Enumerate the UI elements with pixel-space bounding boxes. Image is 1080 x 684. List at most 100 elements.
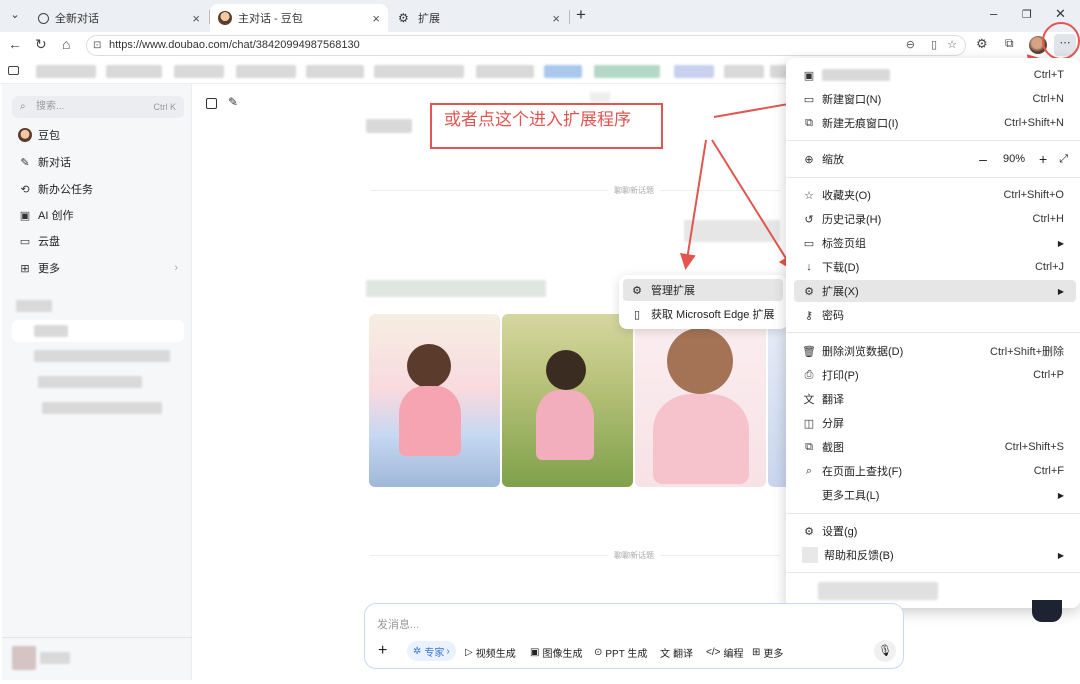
shortcut: Ctrl+Shift+O	[1003, 189, 1064, 201]
menu-item-label: 分屏	[822, 418, 844, 430]
menu-item-extensions[interactable]: ⚙ 扩展(X) ▶	[794, 280, 1076, 302]
menu-item-label: 收藏夹(O)	[822, 190, 871, 202]
tool-label: 专家	[424, 647, 445, 659]
menu-separator	[786, 140, 1080, 141]
image-generation-button[interactable]: ▣ 图像生成	[530, 645, 582, 660]
arrow-to-extensions-item	[711, 139, 795, 272]
managed-by-notice	[818, 582, 938, 600]
tool-label: 更多	[763, 648, 784, 660]
video-generation-button[interactable]: ▷ 视频生成	[465, 645, 516, 660]
menu-item-inprivate[interactable]: ⧉ 新建无痕窗口(I) Ctrl+Shift+N	[794, 112, 1076, 134]
expert-mode-button[interactable]: ✲ 专家 ›	[407, 641, 456, 661]
find-icon: ⌕	[805, 464, 813, 477]
menu-item-new-window[interactable]: ▭ 新建窗口(N) Ctrl+N	[794, 88, 1076, 110]
ppt-generation-button[interactable]: ⊙ PPT 生成	[594, 645, 648, 660]
arrow-to-manage-extensions	[679, 139, 707, 270]
message-input-placeholder[interactable]: 发消息...	[377, 616, 419, 632]
menu-item-help[interactable]: 帮助和反馈(B) ▶	[794, 544, 1076, 566]
ppt-icon: ⊙	[594, 646, 603, 658]
shortcut: Ctrl+J	[1034, 261, 1064, 273]
fullscreen-icon[interactable]: ⤢	[1059, 153, 1068, 166]
translate-icon: 文	[660, 648, 670, 660]
chevron-right-icon: ▶	[1057, 490, 1064, 500]
menu-item-downloads[interactable]: ↓ 下载(D) Ctrl+J	[794, 256, 1076, 278]
chevron-right-icon: ▶	[1057, 550, 1064, 560]
coding-button[interactable]: </> 编程	[706, 645, 744, 660]
download-icon: ↓	[806, 261, 812, 273]
shortcut: Ctrl+P	[1033, 369, 1064, 381]
menu-separator	[786, 572, 1080, 573]
menu-item-translate[interactable]: 文 翻译	[794, 388, 1076, 410]
menu-item-history[interactable]: ↺ 历史记录(H) Ctrl+H	[794, 208, 1076, 230]
menu-item-label: 标签页组	[822, 238, 866, 250]
settings-menu: ▣ Ctrl+T ▭ 新建窗口(N) Ctrl+N ⧉ 新建无痕窗口(I) Ct…	[786, 58, 1080, 608]
menu-item-split-screen[interactable]: ◫ 分屏	[794, 412, 1076, 434]
zoom-level: 90%	[1002, 153, 1025, 165]
menu-item-find[interactable]: ⌕ 在页面上查找(F) Ctrl+F	[794, 460, 1076, 482]
split-screen-icon: ◫	[803, 417, 815, 430]
video-icon: ▷	[465, 646, 473, 658]
gear-icon: ⚙	[804, 525, 814, 538]
menu-separator	[786, 513, 1080, 514]
menu-item-screenshot[interactable]: ⧉ 截图 Ctrl+Shift+S	[794, 436, 1076, 458]
expert-icon: ✲	[413, 645, 422, 657]
shortcut: Ctrl+N	[1032, 93, 1064, 105]
menu-item-print[interactable]: ⎙ 打印(P) Ctrl+P	[794, 364, 1076, 386]
menu-item-label: 更多工具(L)	[822, 490, 880, 502]
chevron-right-icon: ▶	[1057, 238, 1064, 248]
more-tools-button[interactable]: ⊞ 更多	[752, 645, 784, 660]
help-icon	[802, 547, 818, 563]
menu-item-passwords[interactable]: ⚷ 密码	[794, 304, 1076, 326]
menu-item-zoom: ⊕ 缩放 – 90% + ⤢	[794, 148, 1076, 170]
zoom-icon: ⊕	[804, 153, 814, 166]
menu-item-tab-groups[interactable]: ▭ 标签页组 ▶	[794, 232, 1076, 254]
menu-separator	[786, 177, 1080, 178]
add-attachment-button[interactable]: +	[378, 642, 387, 660]
scroll-to-bottom-button[interactable]	[1032, 600, 1062, 622]
menu-item-new-tab[interactable]: ▣ Ctrl+T	[794, 64, 1076, 86]
shortcut: Ctrl+H	[1032, 213, 1064, 225]
menu-item-settings[interactable]: ⚙ 设置(g)	[794, 520, 1076, 542]
store-icon: ▯	[633, 308, 641, 321]
shortcut: Ctrl+F	[1033, 465, 1064, 477]
menu-item-label: 打印(P)	[822, 370, 859, 382]
menu-item-favorites[interactable]: ☆ 收藏夹(O) Ctrl+Shift+O	[794, 184, 1076, 206]
shortcut: Ctrl+Shift+S	[1004, 441, 1064, 453]
menu-item-label: 翻译	[822, 394, 844, 406]
menu-item-label: 设置(g)	[822, 526, 858, 538]
extensions-submenu: ⚙ 管理扩展 ▯ 获取 Microsoft Edge 扩展	[619, 275, 788, 329]
tool-label: PPT 生成	[605, 648, 648, 660]
history-icon: ↺	[804, 213, 814, 226]
zoom-in-button[interactable]: +	[1039, 151, 1047, 167]
key-icon: ⚷	[804, 309, 814, 322]
submenu-item-label: 获取 Microsoft Edge 扩展	[651, 309, 775, 321]
menu-separator	[786, 332, 1080, 333]
menu-item-more-tools[interactable]: 更多工具(L) ▶	[794, 484, 1076, 506]
manage-extensions-item[interactable]: ⚙ 管理扩展	[623, 279, 783, 301]
menu-item-label: 在页面上查找(F)	[822, 466, 903, 478]
print-icon: ⎙	[804, 368, 814, 381]
translate-icon: 文	[803, 394, 815, 406]
grid-icon: ⊞	[752, 646, 761, 658]
menu-item-label: 新建窗口(N)	[822, 94, 882, 106]
microphone-button[interactable]: 🎙	[874, 640, 896, 662]
menu-item-label: 缩放	[822, 154, 844, 166]
chevron-right-icon: ›	[446, 645, 450, 657]
menu-item-label: 删除浏览数据(D)	[822, 346, 904, 358]
tab-group-icon: ▭	[803, 237, 815, 250]
menu-item-clear-data[interactable]: 🗑 删除浏览数据(D) Ctrl+Shift+删除	[794, 340, 1076, 362]
shortcut: Ctrl+T	[1033, 69, 1064, 81]
shortcut: Ctrl+Shift+N	[1004, 117, 1064, 129]
puzzle-icon: ⚙	[804, 285, 814, 298]
image-icon: ▣	[530, 646, 540, 658]
tool-label: 编程	[723, 648, 744, 660]
window-icon: ▭	[803, 93, 815, 106]
zoom-out-button[interactable]: –	[979, 151, 987, 167]
trash-icon: 🗑	[802, 345, 816, 358]
chevron-right-icon: ▶	[1057, 286, 1064, 296]
new-tab-icon: ▣	[803, 69, 815, 82]
get-edge-extensions-item[interactable]: ▯ 获取 Microsoft Edge 扩展	[623, 303, 783, 325]
menu-item-label: 下载(D)	[822, 262, 860, 274]
puzzle-icon: ⚙	[632, 284, 642, 297]
translate-button[interactable]: 文 翻译	[660, 645, 693, 660]
